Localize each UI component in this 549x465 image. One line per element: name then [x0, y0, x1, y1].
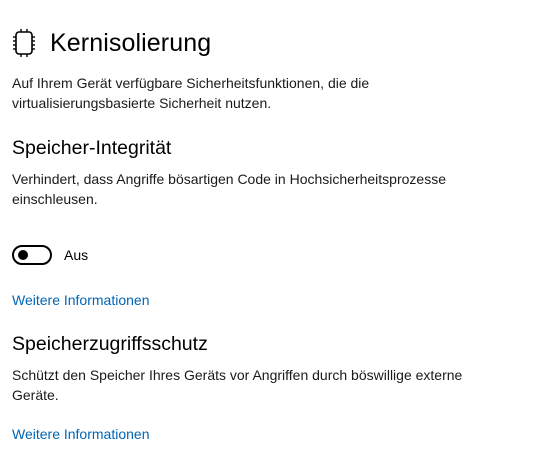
chip-icon: [12, 28, 36, 58]
memory-access-protection-description: Schützt den Speicher Ihres Geräts vor An…: [12, 367, 463, 403]
memory-integrity-title: Speicher-Integrität: [12, 137, 172, 159]
memory-access-protection-title: Speicherzugriffsschutz: [12, 333, 208, 355]
memory-integrity-more-info-link[interactable]: Weitere Informationen: [12, 290, 149, 310]
memory-access-protection-more-info-link[interactable]: Weitere Informationen: [12, 424, 149, 444]
page-description: Auf Ihrem Gerät verfügbare Sicherheitsfu…: [12, 75, 370, 111]
memory-integrity-toggle[interactable]: [12, 244, 52, 265]
toggle-knob: [18, 249, 28, 260]
toggle-state-label: Aus: [64, 246, 89, 263]
page-title: Kernisolierung: [50, 29, 212, 57]
memory-integrity-toggle-row[interactable]: Aus: [12, 244, 88, 265]
memory-integrity-description: Verhindert, dass Angriffe bösartigen Cod…: [12, 171, 446, 207]
page-header: Kernisolierung: [12, 26, 211, 60]
core-isolation-page: Kernisolierung Auf Ihrem Gerät verfügbar…: [0, 0, 549, 465]
